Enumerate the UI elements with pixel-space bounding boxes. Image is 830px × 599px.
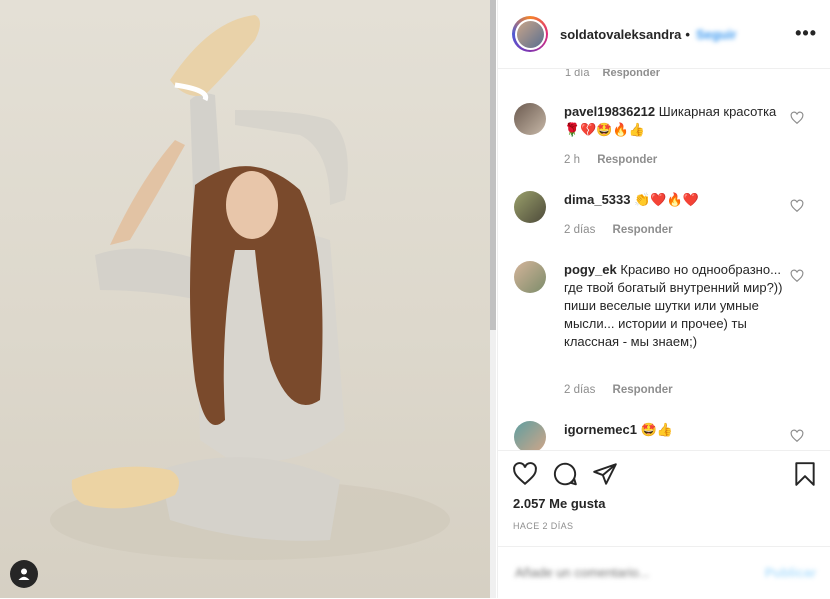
reply-button[interactable]: Responder <box>613 384 673 396</box>
tagged-users-button[interactable] <box>10 560 38 588</box>
comment-body: pavel19836212 Шикарная красотка🌹💔🤩🔥👍 <box>564 103 784 139</box>
reply-button[interactable]: Responder <box>613 224 673 236</box>
comment-meta: 2 días Responder <box>564 224 673 236</box>
likes-count[interactable]: 2.057 Me gusta <box>513 496 606 511</box>
comment-input[interactable] <box>513 564 737 581</box>
author-username[interactable]: soldatovaleksandra <box>560 27 681 42</box>
follow-button[interactable]: Seguir <box>696 27 736 42</box>
publish-button[interactable]: Publicar <box>765 565 816 580</box>
add-comment-bar: Publicar <box>498 546 830 599</box>
commenter-avatar[interactable] <box>514 421 546 450</box>
comment-body: igornemec1 🤩👍 <box>564 421 784 439</box>
comment-time: 2 h <box>564 154 580 166</box>
comment-meta: 2 h Responder <box>564 154 657 166</box>
comment-text: 👏❤️🔥❤️ <box>634 192 699 207</box>
user-icon <box>18 568 30 580</box>
scrollbar-thumb[interactable] <box>490 0 496 330</box>
post-photo[interactable] <box>0 0 496 598</box>
comment-body: pogy_ek Красиво но однообразно... где тв… <box>564 261 784 351</box>
reply-button[interactable]: Responder <box>603 69 660 79</box>
commenter-avatar[interactable] <box>514 261 546 293</box>
more-options-button[interactable]: ••• <box>795 24 817 42</box>
post-header: soldatovaleksandra • Seguir ••• <box>498 0 830 69</box>
author-avatar[interactable] <box>512 16 548 52</box>
header-separator: • <box>685 26 690 42</box>
like-comment-heart-icon[interactable] <box>790 269 804 283</box>
post-image <box>50 15 450 560</box>
commenter-username[interactable]: dima_5333 <box>564 192 631 207</box>
commenter-username[interactable]: igornemec1 <box>564 422 637 437</box>
comment-time: 2 días <box>564 224 596 236</box>
post-actions: 2.057 Me gusta HACE 2 DÍAS <box>498 450 830 547</box>
comment-icon[interactable] <box>552 461 578 487</box>
commenter-avatar[interactable] <box>514 103 546 135</box>
comment-body: dima_5333 👏❤️🔥❤️ <box>564 191 784 209</box>
post-side-panel: soldatovaleksandra • Seguir ••• 1 día Re… <box>497 0 830 598</box>
commenter-username[interactable]: pavel19836212 <box>564 104 655 119</box>
share-icon[interactable] <box>592 461 618 487</box>
comment-text: 🤩👍 <box>640 422 673 437</box>
commenter-username[interactable]: pogy_ek <box>564 262 617 277</box>
post-timestamp: HACE 2 DÍAS <box>513 521 574 531</box>
previous-comment-meta: 1 día Responder <box>565 69 660 79</box>
comments-list[interactable]: 1 día Responder pavel19836212 Шикарная к… <box>498 69 830 450</box>
heart-icon[interactable] <box>512 461 538 487</box>
reply-button[interactable]: Responder <box>597 154 657 166</box>
comment-time: 2 días <box>564 384 596 396</box>
like-comment-heart-icon[interactable] <box>790 429 804 443</box>
comment-meta: 2 días Responder <box>564 384 673 396</box>
comment-time: 1 día <box>565 69 590 79</box>
commenter-avatar[interactable] <box>514 191 546 223</box>
like-comment-heart-icon[interactable] <box>790 199 804 213</box>
like-comment-heart-icon[interactable] <box>790 111 804 125</box>
bookmark-icon[interactable] <box>792 461 818 487</box>
